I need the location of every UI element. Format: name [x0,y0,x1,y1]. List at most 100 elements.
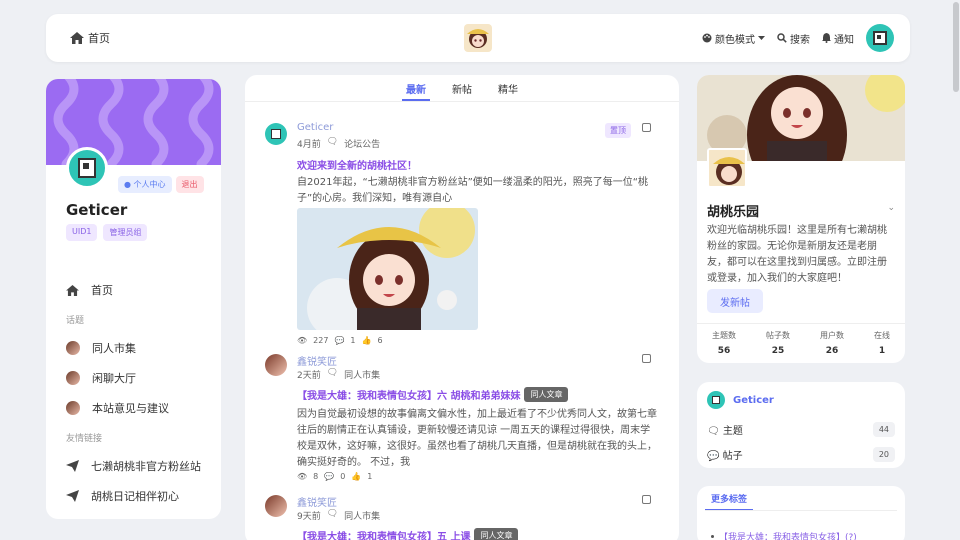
like-icon: 👍 [351,472,362,481]
group-stats: 主题数 56 帖子数 25 用户数 26 在线 1 [697,330,905,356]
palette-icon [702,33,712,43]
site-logo[interactable] [464,24,492,52]
post-image[interactable] [297,208,478,330]
stat-posts: 帖子数 25 [766,331,790,356]
color-mode-dropdown[interactable]: 颜色模式 [702,31,765,46]
like-icon: 👍 [361,336,372,345]
tag-link[interactable]: 【我是大雄：我和表情包女孩】(?) [719,530,857,540]
bullet-icon [711,535,714,538]
post-feed: 最新 新帖 精华 Geticer 4月前 🗨 论坛公告 置顶 欢迎来到全新的胡桃… [245,75,679,540]
home-icon [66,284,79,296]
comment-icon: 🗨 [326,509,339,519]
user-card-name[interactable]: Geticer [733,395,774,406]
role-badge: 管理员组 [103,224,148,241]
post-category[interactable]: 论坛公告 [344,137,380,150]
sidebar-item-label: 七濑胡桃非官方粉丝站 [91,460,201,473]
post-item[interactable]: 鑫锐笑匠 9天前 🗨 同人市集 【我是大雄：我和表情包女孩】五 上课 同人文章 [265,495,665,540]
sidebar-item-label: 本站意见与建议 [92,402,169,415]
pinned-badge: 置顶 [605,123,631,138]
new-post-button[interactable]: 发新帖 [707,289,763,313]
post-item[interactable]: 鑫锐笑匠 2天前 🗨 同人市集 【我是大雄：我和表情包女孩】六 胡桃和弟弟妹妹 … [265,354,665,484]
post-title[interactable]: 【我是大雄：我和表情包女孩】六 胡桃和弟弟妹妹 同人文章 [297,387,569,402]
select-checkbox[interactable] [642,495,651,504]
group-thumbnail [707,148,747,188]
links-section-header: 友情链接 [66,433,103,444]
post-title[interactable]: 欢迎来到全新的胡桃社区！ [297,157,417,172]
stat-topics: 主题数 56 [712,331,736,356]
sidebar-link-fansite[interactable]: 七濑胡桃非官方粉丝站 [46,451,221,481]
sidebar-item-chat[interactable]: 闲聊大厅 [46,363,221,393]
select-checkbox[interactable] [642,354,651,363]
post-time: 4月前 [297,140,321,150]
user-summary-card: Geticer 🗨 主题 44 💬 帖子 20 [697,382,905,468]
page-scrollbar[interactable] [952,0,960,540]
caret-down-icon [758,35,765,40]
view-count: 8 [313,472,319,481]
reply-icon: 💬 [334,336,345,345]
group-name: 胡桃乐园 [707,205,760,220]
home-link[interactable]: 首页 [70,30,110,46]
left-sidebar: ● 个人中心 退出 Geticer UID1 管理员组 首页 话题 同人市集 闲… [46,79,221,519]
comment-icon: 🗨 [326,368,339,378]
chevron-down-icon[interactable]: ⌄ [887,203,895,213]
sidebar-item-home[interactable]: 首页 [46,275,221,305]
posts-label: 帖子 [722,451,743,462]
tab-more-tags[interactable]: 更多标签 [705,492,754,511]
topics-icon: 🗨 [707,426,720,437]
logout-button[interactable]: 退出 [175,176,204,193]
post-category[interactable]: 同人市集 [344,509,380,522]
post-title[interactable]: 【我是大雄：我和表情包女孩】五 上课 同人文章 [297,528,519,540]
user-topics-row[interactable]: 🗨 主题 44 [707,422,895,437]
comment-icon: 🗨 [326,137,339,147]
user-posts-row[interactable]: 💬 帖子 20 [707,447,895,462]
eye-icon: 👁 [297,336,308,345]
user-card-avatar[interactable] [707,391,725,409]
post-tag[interactable]: 同人文章 [524,387,569,402]
post-excerpt: 自2021年起，“七濑胡桃非官方粉丝站”便如一缕温柔的阳光，照亮了每一位“桃子”… [297,177,648,204]
posts-count: 20 [872,447,895,462]
sidebar-item-label: 胡桃日记相伴初心 [91,490,179,503]
group-description: 欢迎光临胡桃乐园！这里是所有七濑胡桃粉丝的家园。无论你是新朋友还是老朋友，都可以… [707,225,887,284]
sidebar-item-market[interactable]: 同人市集 [46,333,221,363]
reply-icon: 💬 [324,472,335,481]
scrollbar-thumb[interactable] [953,2,959,92]
home-label: 首页 [88,32,110,45]
sidebar-link-diary[interactable]: 胡桃日记相伴初心 [46,481,221,511]
sidebar-home-label: 首页 [91,284,113,297]
tag-avatar-icon [66,371,80,385]
like-count: 1 [367,472,373,481]
post-item[interactable]: Geticer 4月前 🗨 论坛公告 置顶 欢迎来到全新的胡桃社区！ 自2021… [265,122,665,345]
post-author-avatar[interactable] [265,354,287,376]
tab-new-posts[interactable]: 新帖 [448,81,476,101]
user-center-button[interactable]: ● 个人中心 [118,176,172,193]
post-tag[interactable]: 同人文章 [474,528,519,540]
post-author[interactable]: 鑫锐笑匠 [297,353,337,368]
paper-plane-icon [66,460,79,472]
post-category[interactable]: 同人市集 [344,368,380,381]
post-author[interactable]: Geticer [297,122,333,133]
reply-count: 1 [350,336,356,345]
select-checkbox[interactable] [642,123,651,132]
post-author-avatar[interactable] [265,495,287,517]
uid-badge: UID1 [66,224,98,241]
topics-section-header: 话题 [66,315,85,326]
user-icon: ● [124,180,131,189]
tab-latest[interactable]: 最新 [402,81,430,101]
comment-icon: 💬 [707,451,720,462]
profile-avatar[interactable] [66,147,108,189]
home-icon [70,32,84,44]
post-title-text: 欢迎来到全新的胡桃社区！ [297,161,417,172]
tab-featured[interactable]: 精华 [494,81,522,101]
user-avatar[interactable] [866,24,894,52]
notifications-button[interactable]: 通知 [822,31,854,46]
eye-icon: 👁 [297,472,308,481]
bell-icon [822,33,831,43]
sidebar-item-feedback[interactable]: 本站意见与建议 [46,393,221,423]
post-title-text: 【我是大雄：我和表情包女孩】五 上课 [297,532,471,540]
post-author-avatar[interactable] [265,123,287,145]
search-button[interactable]: 搜索 [777,31,810,46]
group-card: 胡桃乐园 ⌄ 欢迎光临胡桃乐园！这里是所有七濑胡桃粉丝的家园。无论你是新朋友还是… [697,75,905,363]
reply-count: 0 [340,472,346,481]
top-navbar: 首页 颜色模式 搜索 通知 [46,14,910,62]
post-author[interactable]: 鑫锐笑匠 [297,494,337,509]
